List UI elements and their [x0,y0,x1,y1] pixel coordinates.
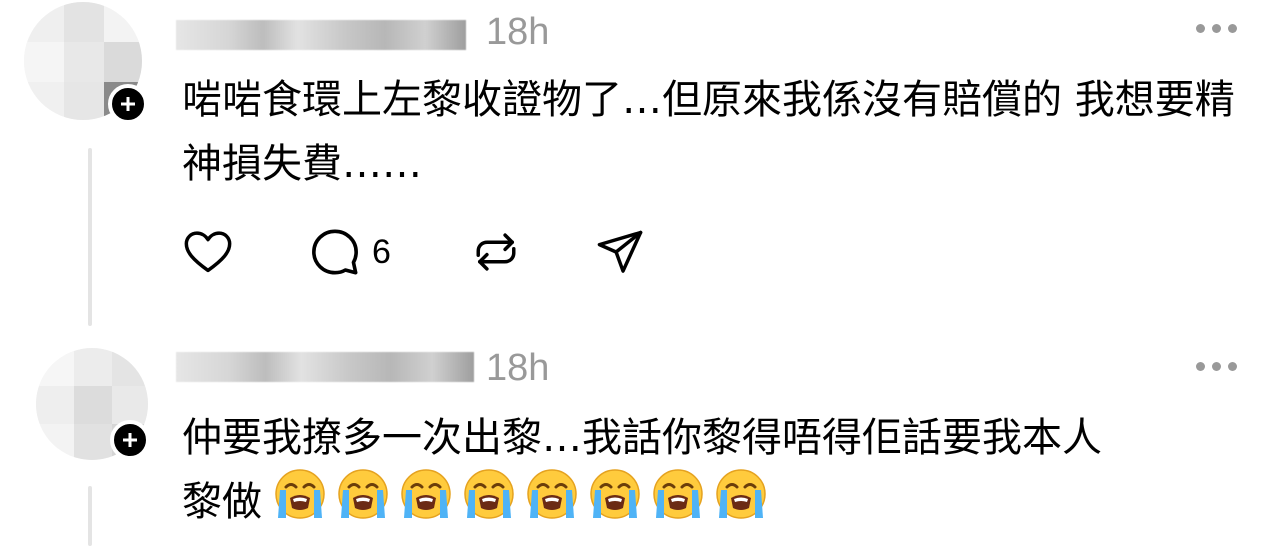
more-horizontal-icon[interactable] [1196,22,1240,34]
follow-plus-icon[interactable] [108,84,148,124]
reply-button[interactable]: 6 [308,222,391,282]
loudly-crying-face-icon [463,468,515,520]
repost-button[interactable] [470,222,522,282]
username-redacted[interactable] [176,352,474,382]
thread-post: 18h 仲要我撩多一次出黎…我話你黎得唔得佢話要我本人 黎做 [0,336,1284,546]
follow-plus-icon[interactable] [110,420,150,460]
reply-count: 6 [372,232,391,271]
thread-post: 18h 啱啱食環上左黎收證物了…但原來我係沒有賠償的 我想要精神損失費…… 6 [0,0,1284,330]
thread-line [88,486,92,546]
loudly-crying-face-icon [274,468,326,520]
loudly-crying-face-icon [715,468,767,520]
post-text: 啱啱食環上左黎收證物了…但原來我係沒有賠償的 我想要精神損失費…… [182,77,1235,187]
emoji-row [274,468,778,524]
like-button[interactable] [182,222,234,282]
loudly-crying-face-icon [337,468,389,520]
post-text-line-1: 仲要我撩多一次出黎…我話你黎得唔得佢話要我本人 [182,415,1102,461]
comment-icon [312,229,358,275]
post-text-line-2: 黎做 [182,479,262,525]
thread-line [88,148,92,326]
share-button[interactable] [594,222,646,282]
loudly-crying-face-icon [526,468,578,520]
repost-icon [476,233,516,271]
send-icon [597,230,643,273]
more-horizontal-icon[interactable] [1196,360,1240,372]
timestamp: 18h [486,347,550,389]
loudly-crying-face-icon [589,468,641,520]
loudly-crying-face-icon [400,468,452,520]
heart-icon [184,231,232,273]
timestamp: 18h [486,11,550,53]
loudly-crying-face-icon [652,468,704,520]
action-bar: 6 [182,222,702,282]
username-redacted[interactable] [176,20,466,50]
